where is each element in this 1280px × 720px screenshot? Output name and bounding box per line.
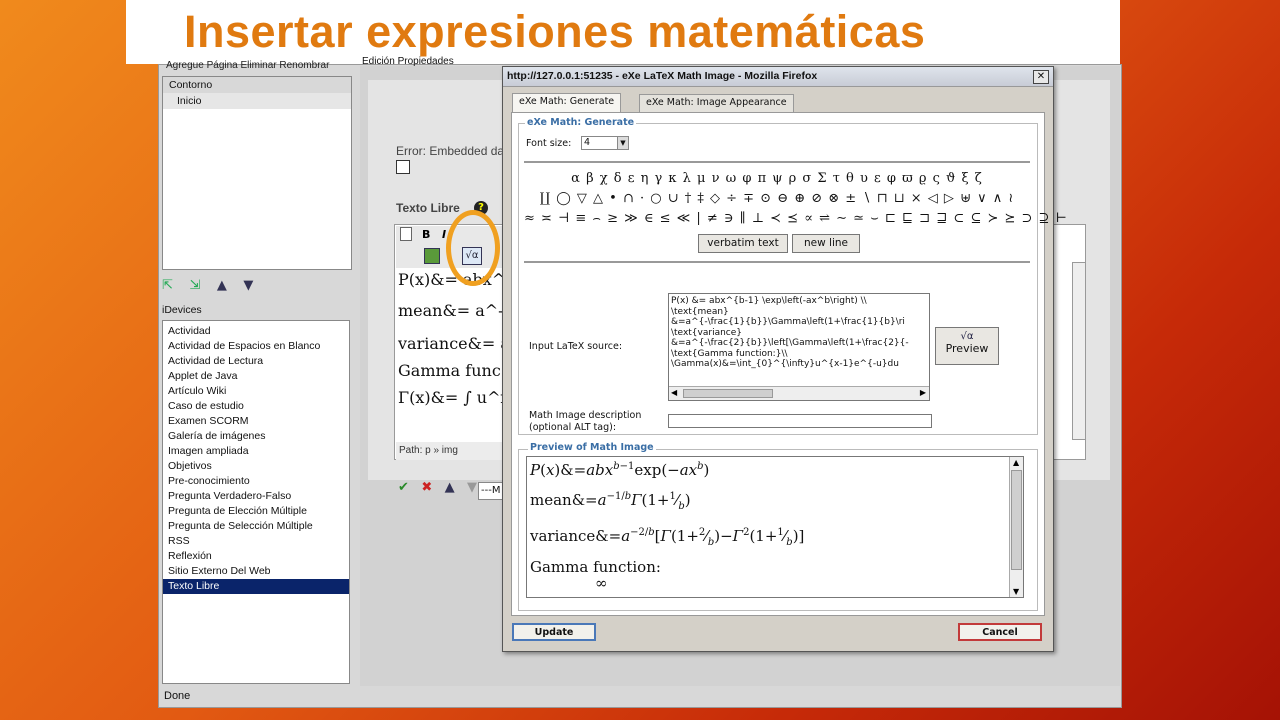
- idevice-item[interactable]: Objetivos: [163, 459, 349, 474]
- description-input[interactable]: [668, 414, 932, 428]
- latex-line: &=a^{-\frac{2}{b}}\left[\Gamma\left(1+\f…: [671, 338, 909, 348]
- demote-icon[interactable]: ⇲: [189, 278, 200, 293]
- scroll-right-icon[interactable]: ▶: [920, 388, 926, 397]
- preview-button-label: Preview: [945, 342, 989, 355]
- outline-menu[interactable]: Agregue Página Eliminar Renombrar: [166, 60, 329, 71]
- idevice-item[interactable]: Sitio Externo Del Web: [163, 564, 349, 579]
- preview-line-mean: mean&=a−1/bΓ(1+1⁄b): [530, 491, 691, 512]
- relation-symbols-row[interactable]: ≈ ≍ ⊣ ≡ ⌢ ≥ ≫ ∈ ≤ ≪ | ≠ ∋ ∥ ⊥ ≺ ⪯ ∝ ⇌ ∼ …: [524, 211, 1067, 226]
- move-down-icon[interactable]: ▼: [243, 278, 253, 293]
- scroll-down-icon[interactable]: ▼: [1013, 587, 1019, 596]
- highlight-ring: [446, 210, 500, 286]
- slide-title: Insertar expresiones matemáticas: [184, 6, 926, 57]
- description-label: Math Image description: [529, 410, 642, 421]
- idevice-item[interactable]: RSS: [163, 534, 349, 549]
- preview-line-variance: variance&=a−2/b[Γ(1+2⁄b)−Γ2(1+1⁄b)]: [530, 527, 805, 548]
- font-size-value: 4: [584, 137, 591, 148]
- idevice-item[interactable]: Applet de Java: [163, 369, 349, 384]
- scroll-thumb[interactable]: [1011, 470, 1022, 570]
- idevice-item[interactable]: Actividad de Lectura: [163, 354, 349, 369]
- font-size-label: Font size:: [526, 138, 572, 149]
- bold-icon[interactable]: B: [422, 228, 430, 241]
- tab-image-appearance[interactable]: eXe Math: Image Appearance: [639, 94, 794, 112]
- popup-titlebar: http://127.0.0.1:51235 - eXe LaTeX Math …: [503, 67, 1053, 87]
- promote-icon[interactable]: ⇱: [162, 278, 173, 293]
- latex-popup-window: http://127.0.0.1:51235 - eXe LaTeX Math …: [502, 66, 1067, 652]
- operator-symbols-row[interactable]: ∐ ◯ ▽ △ • ∩ · ○ ∪ † ‡ ◇ ÷ ∓ ⊙ ⊖ ⊕ ⊘ ⊗ ± …: [524, 191, 1030, 206]
- path-bar: Path: p » img: [396, 442, 504, 460]
- update-button[interactable]: Update: [512, 623, 596, 641]
- popup-panel: eXe Math: Generate Font size: 4 ▼ α β χ …: [511, 112, 1067, 616]
- divider: [524, 161, 1030, 163]
- bottom-icons: ✔ ✖ ▲ ▼: [398, 480, 477, 495]
- move-up-icon[interactable]: ▲: [217, 278, 227, 293]
- idevice-item[interactable]: Texto Libre: [163, 579, 349, 594]
- move-up-icon[interactable]: ▲: [445, 480, 455, 495]
- tab-generate[interactable]: eXe Math: Generate: [512, 93, 622, 113]
- idevice-item[interactable]: Actividad de Espacios en Blanco: [163, 339, 349, 354]
- status-bar: Done: [164, 690, 191, 702]
- math-preview-image: P(x)&=abxb−1exp(−axb) mean&=a−1/bΓ(1+1⁄b…: [526, 456, 1024, 598]
- new-doc-icon[interactable]: [400, 227, 412, 241]
- delete-icon[interactable]: ✖: [421, 480, 432, 495]
- idevice-item[interactable]: Examen SCORM: [163, 414, 349, 429]
- outline-panel: Contorno Inicio: [162, 76, 352, 270]
- preview-line-px: P(x)&=abxb−1exp(−axb): [530, 461, 710, 479]
- close-icon[interactable]: ✕: [1033, 70, 1049, 84]
- idevice-item[interactable]: Imagen ampliada: [163, 444, 349, 459]
- edit-tabs[interactable]: Edición Propiedades: [362, 56, 454, 67]
- input-latex-label: Input LaTeX source:: [529, 341, 623, 352]
- image-icon[interactable]: [424, 248, 440, 264]
- idevice-item[interactable]: Actividad: [163, 324, 349, 339]
- preview-button[interactable]: √α Preview: [935, 327, 999, 365]
- new-line-button[interactable]: new line: [792, 234, 860, 253]
- latex-source-textarea[interactable]: P(x) &= abx^{b-1} \exp\left(-ax^b\right)…: [668, 293, 930, 401]
- verbatim-text-button[interactable]: verbatim text: [698, 234, 788, 253]
- latex-horizontal-scrollbar[interactable]: ◀ ▶: [669, 386, 929, 400]
- greek-symbols-row[interactable]: α β χ δ ε η γ κ λ μ ν ω φ π ψ ρ σ Σ τ θ …: [524, 171, 1030, 186]
- math-icon: √α: [960, 331, 974, 342]
- idevice-item[interactable]: Artículo Wiki: [163, 384, 349, 399]
- idevices-header: iDevices: [162, 304, 202, 316]
- generate-legend: eXe Math: Generate: [525, 117, 637, 128]
- idevice-item[interactable]: Pre-conocimiento: [163, 474, 349, 489]
- description-label-optional: (optional ALT tag):: [529, 422, 617, 433]
- outline-arrows: ⇱ ⇲ ▲ ▼: [162, 278, 253, 293]
- latex-line: \text{mean}: [671, 306, 729, 317]
- idevice-item[interactable]: Pregunta Verdadero-Falso: [163, 489, 349, 504]
- outline-root[interactable]: Contorno: [163, 77, 351, 93]
- scroll-thumb[interactable]: [683, 389, 773, 398]
- check-icon[interactable]: ✔: [398, 480, 409, 495]
- cancel-button[interactable]: Cancel: [958, 623, 1042, 641]
- move-down-icon[interactable]: ▼: [467, 480, 477, 495]
- italic-icon[interactable]: I: [442, 228, 446, 241]
- popup-title: http://127.0.0.1:51235 - eXe LaTeX Math …: [507, 70, 818, 82]
- idevice-item[interactable]: Pregunta de Elección Múltiple: [163, 504, 349, 519]
- font-size-select[interactable]: 4 ▼: [581, 136, 629, 150]
- texto-libre-label: Texto Libre: [396, 201, 460, 215]
- idevices-list: Actividad Actividad de Espacios en Blanco…: [162, 320, 350, 684]
- idevice-item[interactable]: Reflexión: [163, 549, 349, 564]
- chevron-down-icon: ▼: [617, 137, 628, 149]
- editor-scrollbar[interactable]: [1072, 262, 1086, 440]
- idevice-item[interactable]: Pregunta de Selección Múltiple: [163, 519, 349, 534]
- edit-icon[interactable]: [396, 160, 410, 174]
- preview-legend: Preview of Math Image: [528, 442, 656, 453]
- divider: [524, 261, 1030, 263]
- preview-line-integral: ∞: [595, 574, 608, 592]
- idevice-item[interactable]: Caso de estudio: [163, 399, 349, 414]
- latex-line: \text{Gamma function:}\\: [671, 348, 788, 359]
- error-text: Error: Embedded da: [396, 144, 505, 158]
- idevice-item[interactable]: Galería de imágenes: [163, 429, 349, 444]
- latex-line: \text{variance}: [671, 327, 742, 338]
- scroll-left-icon[interactable]: ◀: [671, 388, 677, 397]
- latex-line: P(x) &= abx^{b-1} \exp\left(-ax^b\right)…: [671, 296, 867, 306]
- latex-line: \Gamma(x)&=\int_{0}^{\infty}u^{x-1}e^{-u…: [671, 359, 899, 369]
- latex-line: &=a^{-\frac{1}{b}}\Gamma\left(1+\frac{1}…: [671, 317, 905, 327]
- outline-item-inicio[interactable]: Inicio: [163, 93, 351, 109]
- scroll-up-icon[interactable]: ▲: [1013, 458, 1019, 467]
- preview-vertical-scrollbar[interactable]: ▲ ▼: [1009, 457, 1023, 597]
